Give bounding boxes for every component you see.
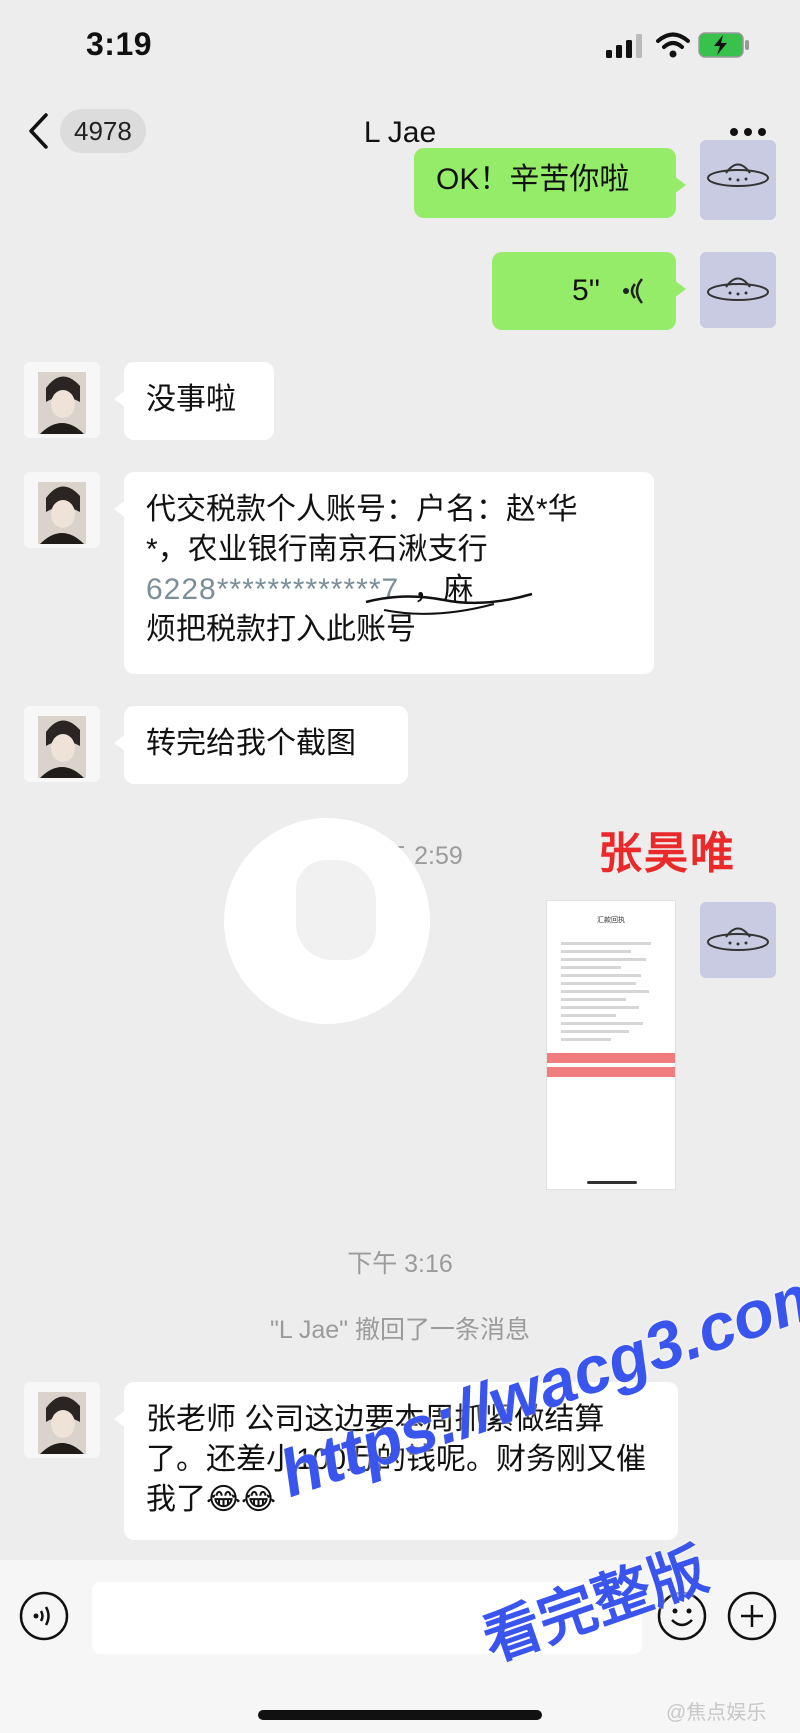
message-line: *，农业银行南京石湫支行 bbox=[146, 533, 488, 566]
overlay-name-label: 张昊唯 bbox=[598, 829, 736, 878]
person-photo-icon bbox=[38, 1392, 86, 1454]
ufo-avatar-icon bbox=[707, 927, 769, 951]
my-avatar[interactable] bbox=[700, 252, 776, 328]
contact-avatar[interactable] bbox=[24, 706, 100, 782]
contact-avatar[interactable] bbox=[24, 1382, 100, 1458]
home-indicator bbox=[258, 1710, 542, 1720]
ufo-avatar-icon bbox=[707, 277, 769, 301]
thumb-home-bar bbox=[587, 1181, 637, 1184]
my-avatar[interactable] bbox=[700, 902, 776, 978]
message-account-info[interactable]: 代交税款个人账号：户名：赵*华 *，农业银行南京石湫支行 6228*******… bbox=[114, 472, 654, 674]
message-received[interactable]: 转完给我个截图 bbox=[114, 706, 408, 784]
thumb-title: 汇款回执 bbox=[597, 917, 625, 924]
status-bar: 3:19 bbox=[0, 0, 800, 90]
message-line: 代交税款个人账号：户名：赵*华 bbox=[146, 493, 578, 526]
thumb-red-bar bbox=[547, 1067, 675, 1077]
contact-avatar[interactable] bbox=[24, 472, 100, 548]
thumb-red-bar bbox=[547, 1053, 675, 1063]
voice-wave-icon bbox=[623, 278, 643, 304]
timestamp: 下午 3:16 bbox=[347, 1250, 453, 1278]
source-watermark: @焦点娱乐 bbox=[666, 1702, 767, 1724]
voice-message[interactable]: 5'' bbox=[492, 252, 686, 330]
scribble-mark bbox=[365, 592, 533, 615]
message-text: 转完给我个截图 bbox=[146, 727, 356, 760]
status-time: 3:19 bbox=[86, 26, 153, 62]
redacted-account-number: 6228*************7 bbox=[146, 573, 400, 606]
battery-charging-icon bbox=[698, 32, 749, 58]
signal-icon bbox=[606, 34, 642, 58]
message-text: 没事啦 bbox=[146, 383, 236, 416]
person-photo-icon bbox=[38, 716, 86, 778]
contact-avatar[interactable] bbox=[24, 362, 100, 438]
thumb-lines bbox=[561, 937, 661, 1046]
voice-duration: 5'' bbox=[572, 274, 601, 307]
message-received[interactable]: 没事啦 bbox=[114, 362, 274, 440]
screenshot-image-message[interactable]: 汇款回执 bbox=[546, 900, 676, 1190]
wifi-icon bbox=[656, 32, 690, 58]
voice-input-icon[interactable] bbox=[18, 1590, 70, 1642]
person-photo-icon bbox=[38, 372, 86, 434]
plus-icon[interactable] bbox=[726, 1590, 778, 1642]
person-photo-icon bbox=[38, 482, 86, 544]
sticker-smudge bbox=[296, 860, 376, 960]
more-icon[interactable] bbox=[728, 125, 768, 139]
